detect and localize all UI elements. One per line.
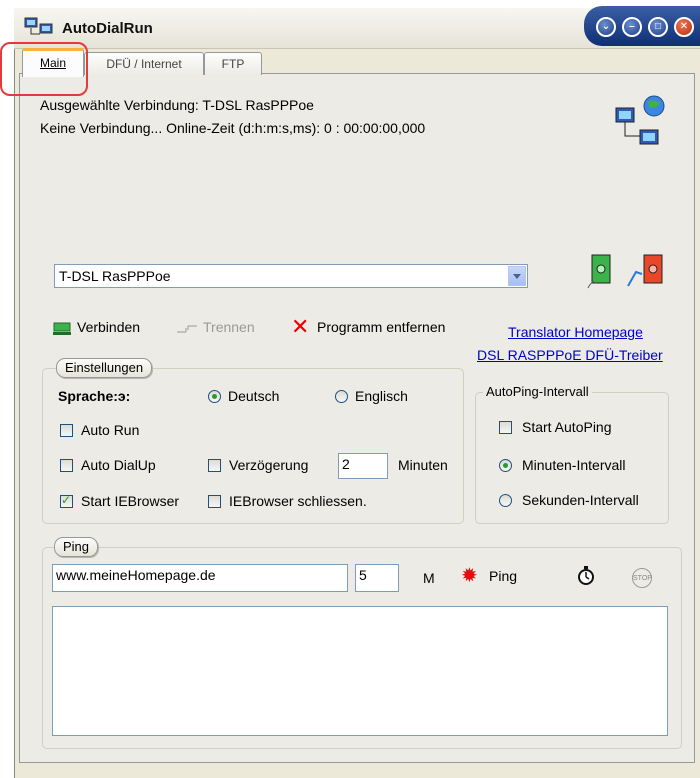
auto-dialup-label[interactable]: Auto DialUp [81,457,156,473]
german-radio[interactable] [208,390,221,403]
close-button[interactable]: ✕ [674,17,694,37]
ping-output-area [52,606,668,736]
ping-burst-icon: ✹ [461,565,478,587]
minutes-label: Minuten [398,457,448,473]
english-label[interactable]: Englisch [355,388,408,404]
ping-group-title: Ping [54,537,99,557]
auto-run-checkbox[interactable] [60,424,73,437]
minutes-interval-radio[interactable] [499,459,512,472]
tab-ftp[interactable]: FTP [204,52,262,75]
translator-homepage-link[interactable]: Translator Homepage [508,324,643,340]
settings-group-title: Einstellungen [56,358,153,378]
tab-dfu-internet[interactable]: DFÜ / Internet [84,52,204,75]
start-iebrowser-checkbox[interactable] [60,493,73,508]
delay-input[interactable]: 2 [338,453,388,479]
selected-connection-text: Ausgewählte Verbindung: T-DSL RasPPPoe [40,97,314,113]
start-autoping-checkbox[interactable] [499,421,512,434]
network-computers-icon [24,17,53,35]
disconnect-icon [177,325,197,333]
connection-status-text: Keine Verbindung... Online-Zeit (d:h:m:s… [40,120,426,136]
english-radio[interactable] [335,390,348,403]
ping-button[interactable]: Ping [489,568,517,584]
minutes-interval-label[interactable]: Minuten-Intervall [522,457,626,473]
seconds-interval-label[interactable]: Sekunden-Intervall [522,492,639,508]
stopwatch-icon[interactable] [576,565,596,587]
connection-select-value: T-DSL RasPPPoe [59,268,171,284]
maximize-button[interactable]: □ [648,17,668,37]
network-globe-icon [615,95,665,145]
start-autoping-label[interactable]: Start AutoPing [522,419,612,435]
delay-checkbox[interactable] [208,459,221,472]
chevron-down-icon[interactable] [508,266,526,286]
stop-button[interactable]: STOP [632,568,652,588]
seconds-interval-radio[interactable] [499,494,512,507]
close-iebrowser-label[interactable]: IEBrowser schliessen. [229,493,367,509]
auto-run-label[interactable]: Auto Run [81,422,139,438]
close-iebrowser-checkbox[interactable] [208,495,221,508]
auto-dialup-checkbox[interactable] [60,459,73,472]
connect-plug-icon[interactable] [584,252,614,290]
delay-label[interactable]: Verzögerung [229,457,308,473]
dsl-driver-link[interactable]: DSL RASPPPoE DFÜ-Treiber [477,347,663,363]
remove-icon: ✕ [291,314,310,339]
autoping-group-title: AutoPing-Intervall [483,384,592,399]
start-iebrowser-label[interactable]: Start IEBrowser [81,493,179,509]
language-label: Sprache:э: [58,388,131,404]
disconnect-plug-icon[interactable] [624,252,668,290]
connection-select[interactable]: T-DSL RasPPPoe [54,264,528,288]
connect-button[interactable]: Verbinden [77,319,140,335]
ping-unit-label: M [423,570,435,586]
german-label[interactable]: Deutsch [228,388,279,404]
ping-count-input[interactable]: 5 [355,564,399,592]
disconnect-button[interactable]: Trennen [203,319,255,335]
minimize-button[interactable]: – [622,17,642,37]
title-button-group: ⌄ – □ ✕ [584,6,700,46]
remove-program-button[interactable]: Programm entfernen [317,319,445,335]
window-title: AutoDialRun [62,20,153,37]
rollup-button[interactable]: ⌄ [596,17,616,37]
ping-host-input[interactable]: www.meineHomepage.de [52,564,348,592]
tab-highlight-annotation [0,42,88,96]
connect-icon [53,322,71,335]
